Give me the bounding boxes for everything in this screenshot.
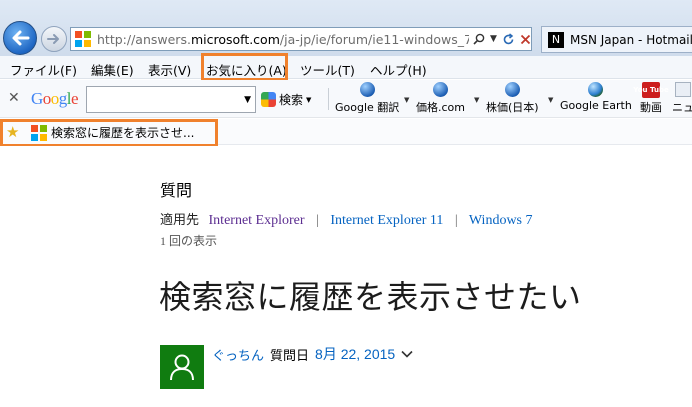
youtube-icon: You Tube [633,82,669,98]
menu-help[interactable]: ヘルプ(H) [370,60,427,79]
chevron-down-icon[interactable]: ▼ [548,96,553,104]
menu-file[interactable]: ファイル(F) [10,60,77,79]
chevron-down-icon[interactable]: ▼ [474,96,479,104]
section-label: 質問 [160,181,193,200]
page-content: 質問 適用先 Internet Explorer | Internet Expl… [0,146,692,407]
toolbar-divider [328,88,329,110]
asked-date: 8月 22, 2015 [315,346,396,362]
arrow-left-icon [12,30,30,46]
msn-icon: N [548,31,564,48]
forward-button[interactable] [41,26,67,52]
google-toolbar: ✕ Google ▼ 検索 ▼ Google 翻訳 ▼ 価格.com ▼ 株価(… [0,80,692,118]
dropdown-arrow-icon[interactable]: ▼ [490,34,497,44]
google-g-icon [261,92,276,107]
menu-edit[interactable]: 編集(E) [91,60,134,79]
link-internet-explorer[interactable]: Internet Explorer [209,213,305,228]
earth-icon [588,82,604,97]
favorite-link-highlight [0,119,218,147]
chevron-down-icon[interactable]: ▼ [244,95,251,105]
author-link[interactable]: ぐっちん [212,345,264,364]
close-icon[interactable]: ✕ [8,90,20,106]
url-text[interactable]: http://answers.microsoft.com/ja-jp/ie/fo… [97,32,469,47]
back-button[interactable] [3,21,37,55]
microsoft-logo-icon [75,31,91,47]
arrow-right-icon [47,34,59,44]
globe-icon [504,82,520,97]
tool-kakaku[interactable]: 価格.com [416,82,465,115]
favorites-menu-highlight [201,53,288,81]
google-logo: Google [31,89,79,108]
link-windows-7[interactable]: Windows 7 [469,213,533,228]
tool-translate[interactable]: Google 翻訳 [335,82,399,115]
menu-bar: ファイル(F) 編集(E) 表示(V) お気に入り(A) ツール(T) ヘルプ(… [0,56,692,79]
address-bar-row: http://answers.microsoft.com/ja-jp/ie/fo… [0,0,692,56]
tool-video[interactable]: You Tube 動画 [633,82,669,115]
google-search-input[interactable]: ▼ [86,86,256,113]
chevron-down-icon[interactable] [401,350,413,358]
avatar[interactable] [160,345,204,389]
news-icon [675,82,691,97]
tab-title: MSN Japan - Hotmail, [570,32,692,47]
tool-news[interactable]: ニュ [672,82,692,115]
tool-google-earth[interactable]: Google Earth [560,82,632,112]
chevron-down-icon[interactable]: ▼ [306,96,311,104]
browser-tab[interactable]: N MSN Japan - Hotmail, [541,26,692,53]
globe-icon [359,82,375,97]
author-line: ぐっちん 質問日 8月 22, 2015 [212,344,413,364]
address-field[interactable]: http://answers.microsoft.com/ja-jp/ie/fo… [70,27,532,51]
refresh-icon[interactable] [502,32,515,46]
menu-view[interactable]: 表示(V) [148,60,191,79]
applies-to: 適用先 Internet Explorer | Internet Explore… [160,213,533,228]
user-icon [170,354,194,381]
tool-stocks[interactable]: 株価(日本) [486,82,539,115]
menu-tools[interactable]: ツール(T) [300,60,355,79]
google-search-button[interactable]: 検索 ▼ [261,91,311,108]
chevron-down-icon[interactable]: ▼ [404,96,409,104]
stop-icon[interactable] [520,34,531,45]
search-icon[interactable] [473,33,485,45]
globe-icon [433,82,448,97]
link-internet-explorer-11[interactable]: Internet Explorer 11 [330,213,443,228]
view-count: 1 回の表示 [160,234,218,248]
page-title: 検索窓に履歴を表示させたい [159,278,582,316]
